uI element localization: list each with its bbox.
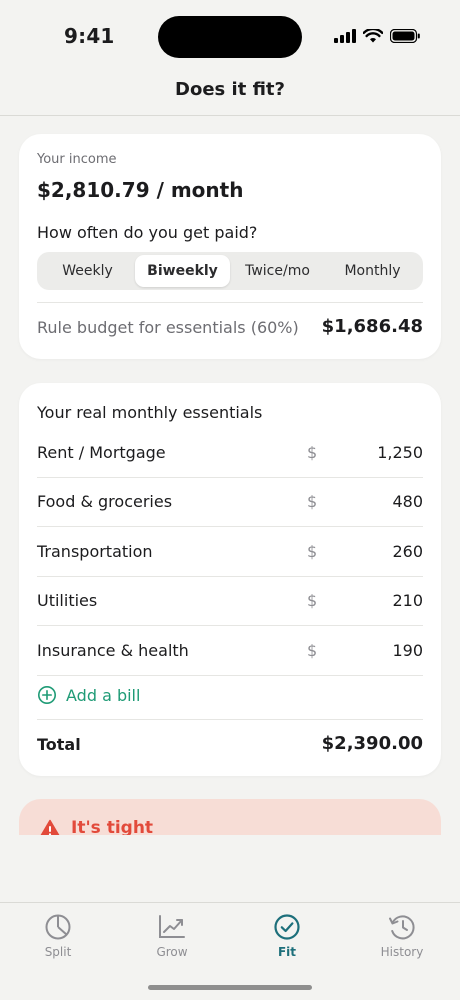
wifi-icon <box>363 29 383 43</box>
total-value: $2,390.00 <box>321 733 423 754</box>
amount-input[interactable]: 480 <box>333 492 423 511</box>
essential-row-rent[interactable]: Rent / Mortgage $ 1,250 <box>37 429 423 478</box>
currency-symbol: $ <box>307 492 318 511</box>
total-label: Total <box>37 735 81 754</box>
row-label: Utilities <box>37 591 98 610</box>
currency-symbol: $ <box>307 443 318 462</box>
frequency-option-monthly[interactable]: Monthly <box>325 255 420 287</box>
essentials-title: Your real monthly essentials <box>37 403 263 422</box>
currency-symbol: $ <box>307 641 318 660</box>
warning-icon <box>40 819 60 835</box>
essential-row-food[interactable]: Food & groceries $ 480 <box>37 478 423 527</box>
status-icons <box>334 29 420 43</box>
currency-symbol: $ <box>307 542 318 561</box>
divider <box>37 302 423 303</box>
tab-label: Fit <box>277 945 297 959</box>
amount-input[interactable]: 190 <box>333 641 423 660</box>
alert-title: It's tight <box>71 818 154 835</box>
trend-chart-icon <box>159 915 185 938</box>
page-title: Does it fit? <box>175 79 285 100</box>
tab-fit[interactable]: Fit <box>247 913 327 959</box>
frequency-option-twice-monthly[interactable]: Twice/mo <box>230 255 325 287</box>
alert-clip: It's tight <box>0 790 460 835</box>
amount-input[interactable]: 1,250 <box>333 443 423 462</box>
tab-history[interactable]: History <box>362 913 442 959</box>
plus-circle-icon <box>38 686 56 704</box>
essentials-card: Your real monthly essentials Rent / Mort… <box>19 383 441 776</box>
pay-frequency-segmented-control: Weekly Biweekly Twice/mo Monthly <box>37 252 423 290</box>
tab-label: Split <box>44 945 72 959</box>
add-bill-button[interactable]: Add a bill <box>37 685 140 705</box>
essential-row-insurance[interactable]: Insurance & health $ 190 <box>37 627 423 676</box>
home-indicator <box>148 985 312 990</box>
dynamic-island <box>158 16 302 58</box>
row-label: Food & groceries <box>37 492 173 511</box>
row-label: Transportation <box>37 542 153 561</box>
currency-symbol: $ <box>307 591 318 610</box>
income-value: $2,810.79 / month <box>37 178 244 202</box>
add-bill-label: Add a bill <box>66 685 141 705</box>
fit-alert-card: It's tight <box>19 799 441 835</box>
battery-icon <box>390 29 420 43</box>
divider <box>37 719 423 720</box>
amount-input[interactable]: 210 <box>333 591 423 610</box>
row-label: Rent / Mortgage <box>37 443 166 462</box>
history-icon <box>389 915 415 940</box>
status-time: 9:41 <box>64 24 115 48</box>
cellular-signal-icon <box>334 29 356 43</box>
rule-budget-value: $1,686.48 <box>321 316 423 337</box>
income-label: Your income <box>37 152 117 167</box>
tab-grow[interactable]: Grow <box>132 913 212 959</box>
tab-label: Grow <box>156 945 188 959</box>
frequency-option-biweekly[interactable]: Biweekly <box>135 255 230 287</box>
check-circle-icon <box>274 914 300 940</box>
tab-split[interactable]: Split <box>18 913 98 959</box>
frequency-question: How often do you get paid? <box>37 223 258 242</box>
income-card: Your income $2,810.79 / month How often … <box>19 134 441 359</box>
essential-row-utilities[interactable]: Utilities $ 210 <box>37 577 423 626</box>
pie-chart-icon <box>45 914 71 940</box>
status-bar: 9:41 <box>0 0 460 76</box>
amount-input[interactable]: 260 <box>333 542 423 561</box>
rule-budget-label: Rule budget for essentials (60%) <box>37 318 299 337</box>
row-label: Insurance & health <box>37 641 189 660</box>
essential-row-transportation[interactable]: Transportation $ 260 <box>37 528 423 577</box>
nav-header: Does it fit? <box>0 76 460 116</box>
frequency-option-weekly[interactable]: Weekly <box>40 255 135 287</box>
tab-label: History <box>380 945 424 959</box>
